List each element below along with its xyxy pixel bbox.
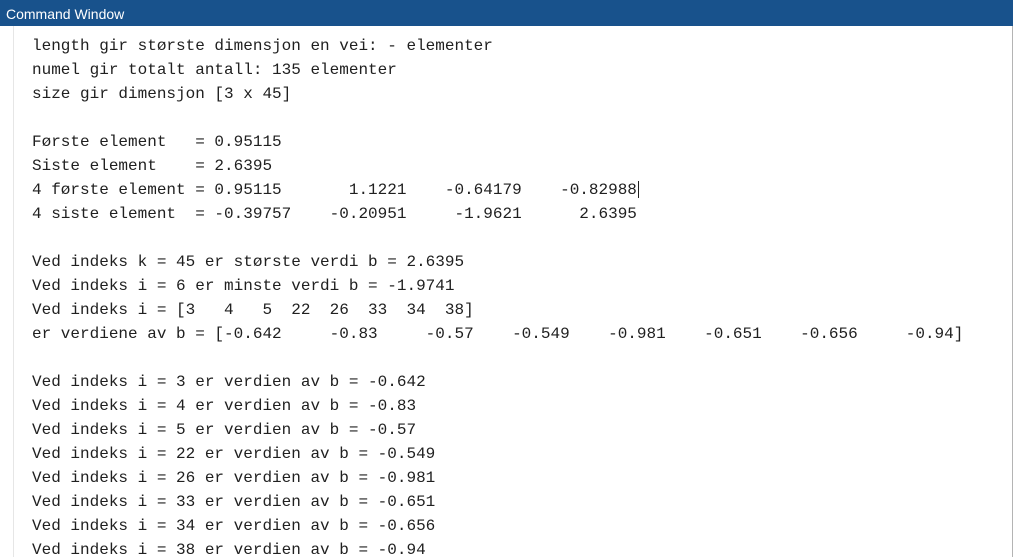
- output-line-text: 4 første element = 0.95115 1.1221 -0.641…: [32, 181, 637, 199]
- command-output-area[interactable]: length gir største dimensjon en vei: - e…: [0, 26, 1012, 557]
- output-line: Ved indeks i = 33 er verdien av b = -0.6…: [32, 493, 436, 511]
- output-line: Ved indeks i = 5 er verdien av b = -0.57: [32, 421, 417, 439]
- text-caret: [637, 181, 639, 199]
- output-line: length gir største dimensjon en vei: - e…: [32, 37, 493, 55]
- output-line: Ved indeks i = 38 er verdien av b = -0.9…: [32, 541, 426, 557]
- output-line: [32, 346, 963, 370]
- output-line: er verdiene av b = [-0.642 -0.83 -0.57 -…: [32, 325, 964, 343]
- output-line: Ved indeks i = 26 er verdien av b = -0.9…: [32, 469, 436, 487]
- output-line: Siste element = 2.6395: [32, 157, 273, 175]
- output-line: Ved indeks i = 34 er verdien av b = -0.6…: [32, 517, 436, 535]
- output-line: Ved indeks i = [3 4 5 22 26 33 34 38]: [32, 301, 474, 319]
- output-line: [32, 226, 963, 250]
- output-line: Ved indeks i = 22 er verdien av b = -0.5…: [32, 445, 436, 463]
- output-line-with-caret: 4 første element = 0.95115 1.1221 -0.641…: [32, 178, 963, 202]
- output-line: size gir dimensjon [3 x 45]: [32, 85, 292, 103]
- output-line: [32, 106, 963, 130]
- output-line: 4 siste element = -0.39757 -0.20951 -1.9…: [32, 205, 637, 223]
- gutter: [0, 26, 14, 557]
- output-line: Første element = 0.95115: [32, 133, 282, 151]
- output-line: Ved indeks i = 4 er verdien av b = -0.83: [32, 397, 417, 415]
- output-line: Ved indeks k = 45 er største verdi b = 2…: [32, 253, 465, 271]
- window-title[interactable]: Command Window: [0, 0, 1013, 26]
- output-line: numel gir totalt antall: 135 elementer: [32, 61, 397, 79]
- command-window: Command Window length gir største dimens…: [0, 0, 1013, 557]
- output-lines: length gir største dimensjon en vei: - e…: [32, 34, 963, 557]
- output-line: Ved indeks i = 3 er verdien av b = -0.64…: [32, 373, 426, 391]
- output-line: Ved indeks i = 6 er minste verdi b = -1.…: [32, 277, 455, 295]
